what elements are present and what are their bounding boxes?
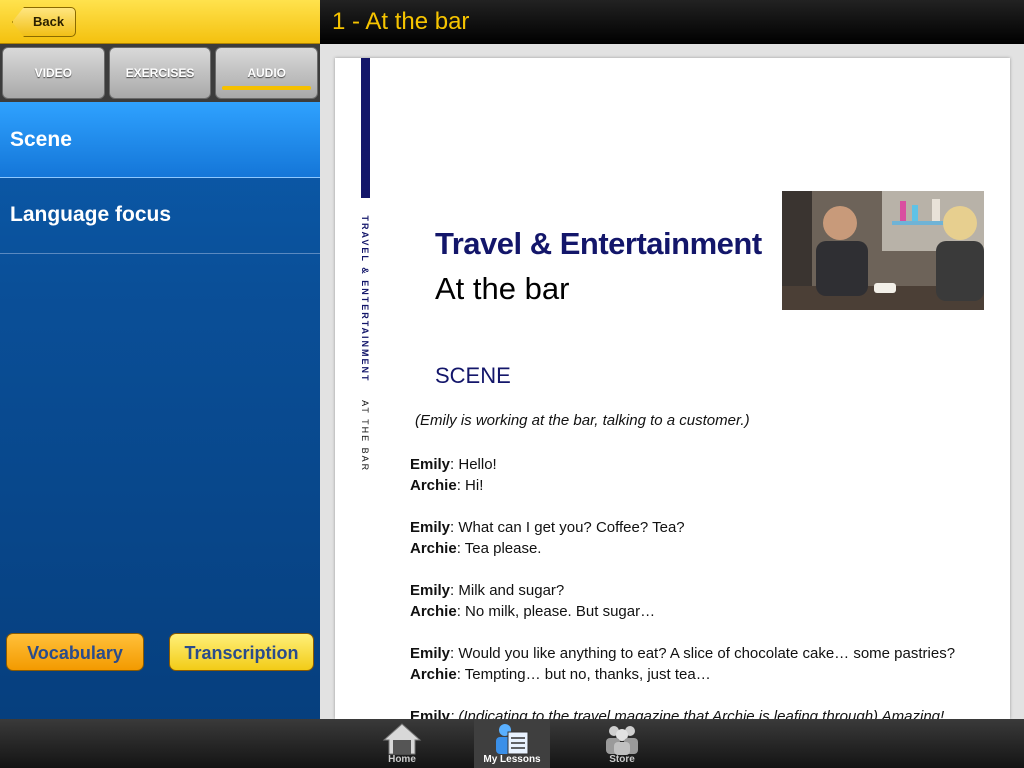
speaker: Emily — [410, 582, 451, 599]
dialogue-line: Archie: Hi! — [410, 475, 1000, 496]
line-text: : Milk and sugar? — [450, 582, 565, 599]
speaker: Archie — [410, 603, 457, 620]
document-page[interactable]: TRAINING TRAVEL & ENTERTAINMENT AT THE B… — [335, 58, 1010, 719]
nav-home-label: Home — [388, 754, 416, 765]
speaker: Archie — [410, 477, 457, 494]
nav-store[interactable]: Store — [596, 719, 648, 768]
document-heading: Travel & Entertainment — [435, 226, 762, 261]
spine-category: TRAVEL & ENTERTAINMENT — [360, 215, 370, 383]
app-window: Back VIDEO EXERCISES AUDIO Scene Languag… — [0, 0, 1024, 768]
line-text: : Tempting… but no, thanks, just tea… — [456, 666, 711, 683]
dialogue-line: Archie: Tempting… but no, thanks, just t… — [410, 664, 1000, 685]
stage-direction: (Emily is working at the bar, talking to… — [415, 412, 750, 429]
store-icon — [606, 726, 638, 755]
dialogue: Emily: Hello! Archie: Hi! Emily: What ca… — [410, 454, 1000, 719]
speaker: Archie — [410, 666, 457, 683]
left-panel: Back VIDEO EXERCISES AUDIO Scene Languag… — [0, 0, 320, 719]
dialogue-line: Archie: Tea please. — [410, 538, 1000, 559]
dialogue-line: Emily: Milk and sugar? — [410, 580, 1000, 601]
dialogue-line: Emily: (Indicating to the travel magazin… — [410, 706, 1000, 719]
transcription-button[interactable]: Transcription — [169, 633, 314, 671]
left-top-bar: Back — [0, 0, 320, 44]
line-text: : Would you like anything to eat? A slic… — [450, 645, 956, 662]
line-text: : Hello! — [450, 456, 497, 473]
back-button[interactable]: Back — [12, 7, 76, 37]
nav-my-lessons[interactable]: My Lessons — [474, 719, 550, 768]
spine-text: TRAINING TRAVEL & ENTERTAINMENT AT THE B… — [360, 138, 370, 472]
tab-exercises[interactable]: EXERCISES — [108, 47, 212, 99]
speaker: Emily — [410, 645, 451, 662]
line-text: : (Indicating to the travel magazine tha… — [450, 708, 945, 719]
dialogue-line: Emily: What can I get you? Coffee? Tea? — [410, 517, 1000, 538]
line-text: : Tea please. — [456, 540, 542, 557]
speaker: Archie — [410, 540, 457, 557]
document-subheading: At the bar — [435, 271, 570, 306]
dialogue-line: Emily: Hello! — [410, 454, 1000, 475]
home-icon — [382, 723, 422, 755]
right-panel: 1 - At the bar TRAINING TRAVEL & ENTERTA… — [320, 0, 1024, 719]
section-label: SCENE — [435, 363, 511, 388]
lesson-title: 1 - At the bar — [332, 8, 470, 35]
dialogue-line: Emily: Would you like anything to eat? A… — [410, 643, 1000, 664]
lesson-title-bar: 1 - At the bar — [320, 0, 1024, 44]
spine-lesson: AT THE BAR — [360, 400, 370, 473]
spine-training: TRAINING — [360, 138, 370, 198]
menu-item-scene[interactable]: Scene — [0, 102, 320, 178]
nav-home[interactable]: Home — [376, 719, 428, 768]
tab-audio[interactable]: AUDIO — [215, 47, 319, 99]
speaker: Emily — [410, 456, 451, 473]
nav-store-label: Store — [609, 754, 635, 765]
media-tabs: VIDEO EXERCISES AUDIO — [0, 44, 320, 102]
menu-item-language-focus[interactable]: Language focus — [0, 178, 320, 254]
my-lessons-icon — [496, 724, 529, 755]
dialogue-line: Archie: No milk, please. But sugar… — [410, 601, 1000, 622]
speaker: Emily — [410, 708, 451, 719]
line-text: : What can I get you? Coffee? Tea? — [450, 519, 685, 536]
nav-my-lessons-label: My Lessons — [483, 754, 541, 765]
line-text: : Hi! — [456, 477, 484, 494]
tab-video[interactable]: VIDEO — [2, 47, 105, 99]
line-text: : No milk, please. But sugar… — [456, 603, 656, 620]
scene-photo — [782, 191, 984, 310]
bottom-tab-bar: Home My Lessons Store — [0, 719, 1024, 768]
vocabulary-button[interactable]: Vocabulary — [6, 633, 144, 671]
speaker: Emily — [410, 519, 451, 536]
